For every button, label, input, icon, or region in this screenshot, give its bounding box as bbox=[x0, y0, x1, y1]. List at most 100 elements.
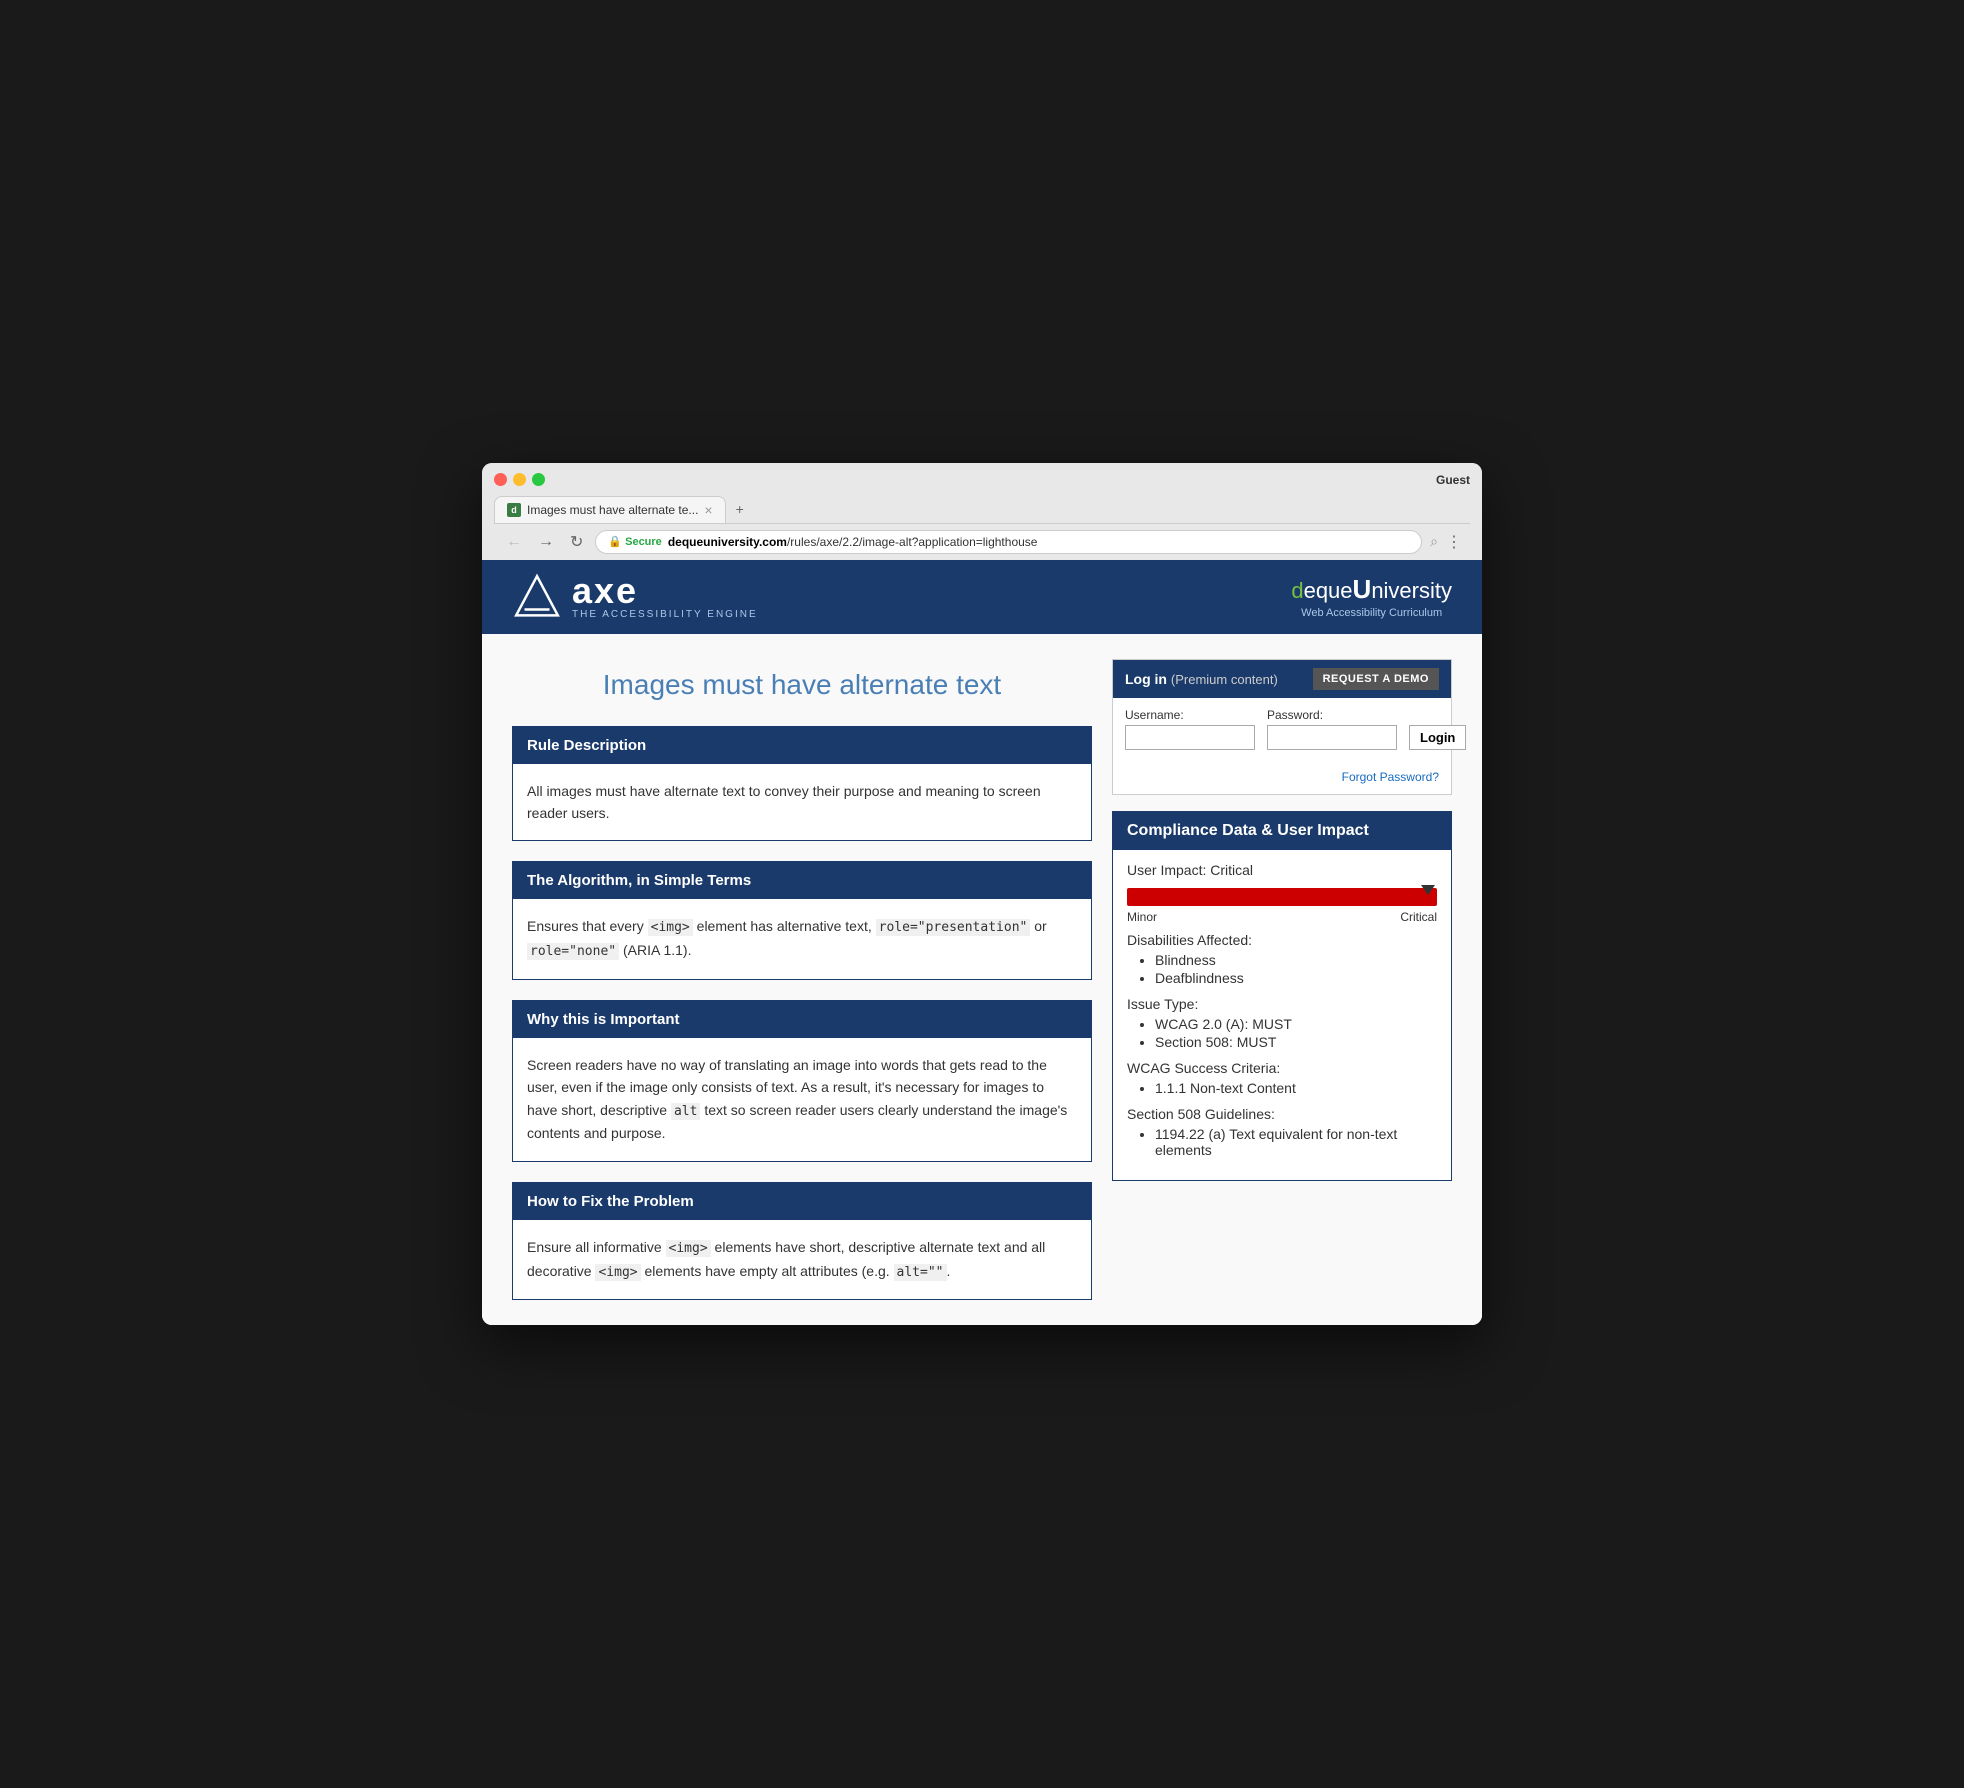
password-group: Password: bbox=[1267, 708, 1397, 750]
algorithm-header: The Algorithm, in Simple Terms bbox=[513, 862, 1091, 899]
section508-list: 1194.22 (a) Text equivalent for non-text… bbox=[1127, 1126, 1437, 1158]
browser-window: Guest d Images must have alternate te...… bbox=[482, 463, 1482, 1326]
how-to-fix-text: Ensure all informative <img> elements ha… bbox=[527, 1236, 1077, 1284]
slider-max-label: Critical bbox=[1400, 910, 1437, 924]
list-item: Blindness bbox=[1155, 952, 1437, 968]
url-path: /rules/axe/2.2/image-alt?application=lig… bbox=[787, 535, 1038, 549]
maximize-button[interactable] bbox=[532, 473, 545, 486]
section508-section: Section 508 Guidelines: 1194.22 (a) Text… bbox=[1127, 1106, 1437, 1158]
fix-code1: <img> bbox=[666, 1240, 711, 1257]
url-display: dequeuniversity.com/rules/axe/2.2/image-… bbox=[668, 535, 1409, 549]
request-demo-button[interactable]: REQUEST A DEMO bbox=[1313, 668, 1439, 690]
new-tab-button[interactable]: + bbox=[726, 495, 754, 523]
how-to-fix-header: How to Fix the Problem bbox=[513, 1183, 1091, 1220]
list-item: Deafblindness bbox=[1155, 970, 1437, 986]
impact-slider: Minor Critical bbox=[1127, 888, 1437, 924]
login-fields: Username: Password: Login bbox=[1113, 698, 1451, 768]
deque-d-letter: d bbox=[1291, 578, 1303, 604]
algorithm-text: Ensures that every <img> element has alt… bbox=[527, 915, 1077, 963]
page-title: Images must have alternate text bbox=[512, 669, 1092, 701]
password-input[interactable] bbox=[1267, 725, 1397, 750]
list-item: 1.1.1 Non-text Content bbox=[1155, 1080, 1437, 1096]
rule-description-card: Rule Description All images must have al… bbox=[512, 726, 1092, 842]
algorithm-text-mid: element has alternative text, bbox=[693, 918, 876, 934]
close-button[interactable] bbox=[494, 473, 507, 486]
forward-button[interactable]: → bbox=[534, 531, 558, 553]
back-button[interactable]: ← bbox=[502, 531, 526, 553]
main-layout: Images must have alternate text Rule Des… bbox=[482, 634, 1482, 1326]
why-important-body: Screen readers have no way of translatin… bbox=[513, 1038, 1091, 1161]
wcag-title: WCAG Success Criteria: bbox=[1127, 1060, 1437, 1076]
login-title-main: Log in bbox=[1125, 671, 1167, 687]
rule-description-body: All images must have alternate text to c… bbox=[513, 764, 1091, 841]
guest-label: Guest bbox=[1436, 473, 1470, 487]
issue-type-list: WCAG 2.0 (A): MUST Section 508: MUST bbox=[1127, 1016, 1437, 1050]
browser-chrome: Guest d Images must have alternate te...… bbox=[482, 463, 1482, 560]
tab-title: Images must have alternate te... bbox=[527, 503, 698, 517]
window-controls bbox=[494, 473, 545, 486]
username-group: Username: bbox=[1125, 708, 1255, 750]
address-bar: ← → ↻ 🔒 Secure dequeuniversity.com/rules… bbox=[494, 523, 1470, 560]
deque-university-logo: dequeUniversity Web Accessibility Curric… bbox=[1291, 574, 1452, 619]
wcag-list: 1.1.1 Non-text Content bbox=[1127, 1080, 1437, 1096]
axe-tagline: THE ACCESSIBILITY ENGINE bbox=[572, 609, 758, 620]
deque-niversity: niversity bbox=[1371, 578, 1452, 604]
reload-button[interactable]: ↻ bbox=[566, 530, 587, 554]
axe-logo: axe THE ACCESSIBILITY ENGINE bbox=[512, 572, 758, 622]
algorithm-text-plain: Ensures that every bbox=[527, 918, 648, 934]
algorithm-text-mid2: or bbox=[1030, 918, 1046, 934]
compliance-body: User Impact: Critical Minor Critical bbox=[1113, 850, 1451, 1180]
login-title: Log in (Premium content) bbox=[1125, 671, 1278, 687]
axe-triangle-icon bbox=[512, 572, 562, 622]
compliance-box: Compliance Data & User Impact User Impac… bbox=[1112, 811, 1452, 1181]
search-icon[interactable]: ⌕ bbox=[1430, 533, 1438, 550]
tab-favicon: d bbox=[507, 503, 521, 517]
forgot-password-link[interactable]: Forgot Password? bbox=[1342, 770, 1439, 784]
fix-text-1: Ensure all informative bbox=[527, 1239, 666, 1255]
rule-description-header: Rule Description bbox=[513, 727, 1091, 764]
url-box[interactable]: 🔒 Secure dequeuniversity.com/rules/axe/2… bbox=[595, 530, 1422, 554]
menu-icon[interactable]: ⋮ bbox=[1446, 532, 1462, 552]
axe-text-group: axe THE ACCESSIBILITY ENGINE bbox=[572, 573, 758, 620]
deque-rest: eque bbox=[1304, 578, 1353, 604]
slider-min-label: Minor bbox=[1127, 910, 1157, 924]
list-item: Section 508: MUST bbox=[1155, 1034, 1437, 1050]
disabilities-title: Disabilities Affected: bbox=[1127, 932, 1437, 948]
url-domain: dequeuniversity.com bbox=[668, 535, 787, 549]
lock-icon: 🔒 bbox=[608, 535, 622, 548]
why-important-header: Why this is Important bbox=[513, 1001, 1091, 1038]
username-input[interactable] bbox=[1125, 725, 1255, 750]
why-important-text: Screen readers have no way of translatin… bbox=[527, 1054, 1077, 1145]
tab-close-icon[interactable]: × bbox=[704, 503, 712, 517]
how-to-fix-card: How to Fix the Problem Ensure all inform… bbox=[512, 1182, 1092, 1301]
disabilities-list: Blindness Deafblindness bbox=[1127, 952, 1437, 986]
login-button[interactable]: Login bbox=[1409, 725, 1466, 750]
how-to-fix-body: Ensure all informative <img> elements ha… bbox=[513, 1220, 1091, 1300]
title-bar: Guest bbox=[494, 473, 1470, 487]
tab-bar: d Images must have alternate te... × + bbox=[494, 495, 1470, 523]
deque-subtitle: Web Accessibility Curriculum bbox=[1291, 607, 1452, 619]
username-label: Username: bbox=[1125, 708, 1255, 722]
slider-labels: Minor Critical bbox=[1127, 910, 1437, 924]
why-code1: alt bbox=[671, 1103, 700, 1120]
credentials-row: Username: Password: Login bbox=[1125, 708, 1439, 750]
rule-description-text: All images must have alternate text to c… bbox=[527, 780, 1077, 825]
slider-bar bbox=[1127, 888, 1437, 906]
deque-logo-text: dequeUniversity bbox=[1291, 574, 1452, 605]
fix-text-3: elements have empty alt attributes (e.g. bbox=[641, 1263, 894, 1279]
disabilities-section: Disabilities Affected: Blindness Deafbli… bbox=[1127, 932, 1437, 986]
algorithm-code3: role="none" bbox=[527, 943, 619, 960]
algorithm-code1: <img> bbox=[648, 919, 693, 936]
deque-U-letter: U bbox=[1353, 574, 1372, 605]
page-title-section: Images must have alternate text bbox=[512, 659, 1092, 706]
algorithm-card: The Algorithm, in Simple Terms Ensures t… bbox=[512, 861, 1092, 980]
axe-wordmark: axe bbox=[572, 573, 758, 609]
issue-type-title: Issue Type: bbox=[1127, 996, 1437, 1012]
algorithm-code2: role="presentation" bbox=[876, 919, 1031, 936]
fix-text-4: . bbox=[947, 1263, 951, 1279]
minimize-button[interactable] bbox=[513, 473, 526, 486]
page-content: axe THE ACCESSIBILITY ENGINE dequeUniver… bbox=[482, 560, 1482, 1326]
user-impact-label: User Impact: Critical bbox=[1127, 862, 1437, 878]
compliance-header: Compliance Data & User Impact bbox=[1113, 812, 1451, 850]
active-tab[interactable]: d Images must have alternate te... × bbox=[494, 496, 726, 523]
